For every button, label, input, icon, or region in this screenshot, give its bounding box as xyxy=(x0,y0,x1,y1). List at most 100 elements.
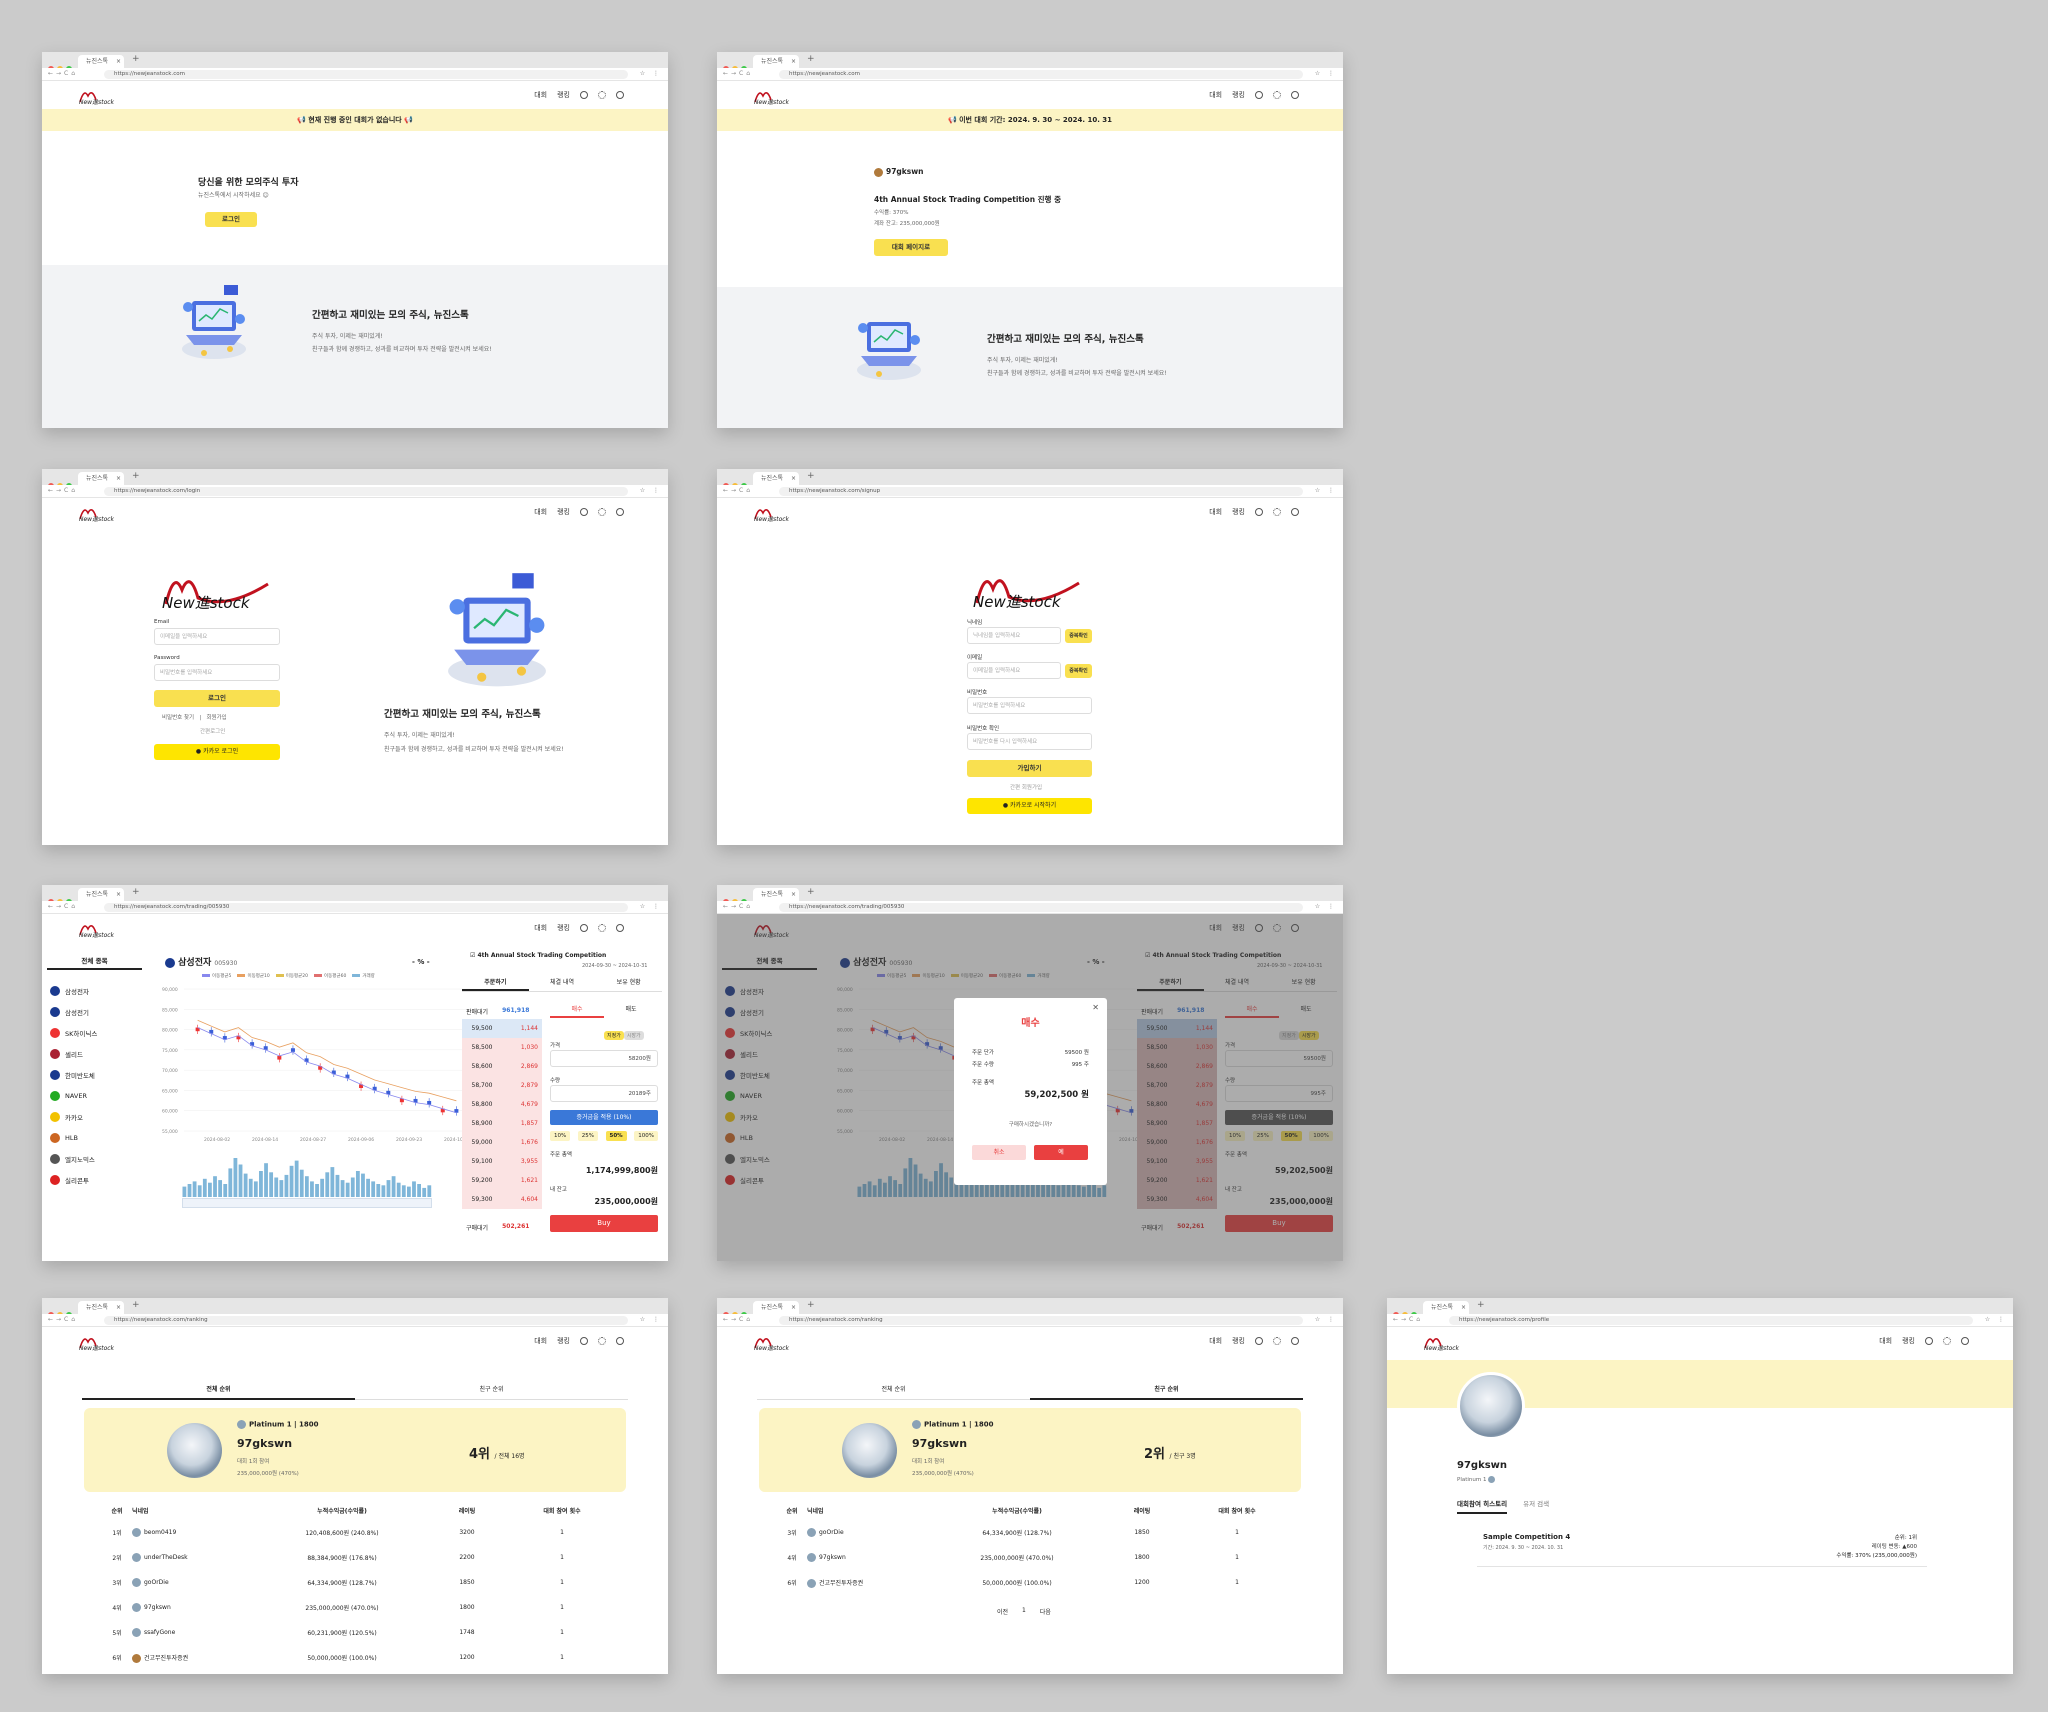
stock-item[interactable]: 한미반도체 xyxy=(42,1064,142,1085)
nav-competition[interactable]: 대회 xyxy=(1879,1336,1892,1346)
table-row[interactable]: 1위 beom0419 120,408,600원 (240.8%) 3200 1 xyxy=(102,1520,602,1545)
order-book-row[interactable]: 59,100 3,955 xyxy=(462,1152,542,1171)
tab-friend-ranking[interactable]: 친구 순위 xyxy=(355,1384,628,1400)
order-book-row[interactable]: 58,600 2,869 xyxy=(462,1057,542,1076)
browser-tab[interactable]: 뉴진스톡 × xyxy=(78,55,124,68)
unit-toggle[interactable]: - % - xyxy=(412,958,430,966)
nav-ranking[interactable]: 랭킹 xyxy=(557,1336,570,1346)
address-bar[interactable]: https://newjeanstock.com/signup xyxy=(779,487,1303,496)
stock-item[interactable]: 엘지노믹스 xyxy=(42,1148,142,1169)
tab-order[interactable]: 주문하기 xyxy=(462,974,529,991)
email-check-button[interactable]: 중복확인 xyxy=(1065,664,1092,678)
order-book-row[interactable]: 59,300 4,604 xyxy=(462,1190,542,1209)
stock-item[interactable]: 삼성전기 xyxy=(42,1001,142,1022)
profile-icon[interactable] xyxy=(616,924,624,932)
address-bar[interactable]: https://newjeanstock.com/trading/005930 xyxy=(779,903,1303,912)
address-bar[interactable]: https://newjeanstock.com xyxy=(104,70,628,79)
find-password-link[interactable]: 비밀번호 찾기 xyxy=(162,715,194,721)
nav-competition[interactable]: 대회 xyxy=(534,507,547,517)
nav-ranking[interactable]: 랭킹 xyxy=(557,90,570,100)
theme-icon[interactable] xyxy=(598,1337,606,1345)
login-button[interactable]: 로그인 xyxy=(205,212,257,227)
password-input[interactable]: 비밀번호를 입력하세요 xyxy=(154,664,280,681)
stock-item[interactable]: SK하이닉스 xyxy=(42,1022,142,1043)
profile-icon[interactable] xyxy=(1291,1337,1299,1345)
page-number[interactable]: 1 xyxy=(1022,1607,1026,1616)
new-tab-button[interactable]: + xyxy=(807,471,815,481)
order-book-row[interactable]: 58,700 2,879 xyxy=(462,1076,542,1095)
nav-competition[interactable]: 대회 xyxy=(534,1336,547,1346)
nav-ranking[interactable]: 랭킹 xyxy=(1232,507,1245,517)
stock-item[interactable]: HLB xyxy=(42,1127,142,1148)
logo[interactable]: New進stock xyxy=(751,86,801,106)
nav-ranking[interactable]: 랭킹 xyxy=(1232,1336,1245,1346)
profile-icon[interactable] xyxy=(1291,91,1299,99)
browser-tab[interactable]: 뉴진스톡 × xyxy=(78,888,124,901)
tab-friend-ranking[interactable]: 친구 순위 xyxy=(1030,1384,1303,1400)
tab-buy[interactable]: 매수 xyxy=(550,1004,604,1018)
theme-icon[interactable] xyxy=(1273,91,1281,99)
password-confirm-input[interactable]: 비밀번호를 다시 입력하세요 xyxy=(967,733,1092,750)
table-row[interactable]: 5위 ssafyGone 60,231,900원 (120.5%) 1748 1 xyxy=(102,1620,602,1645)
logo[interactable]: New進stock xyxy=(76,503,126,523)
order-book-row[interactable]: 59,200 1,621 xyxy=(462,1171,542,1190)
signup-link[interactable]: 회원가입 xyxy=(206,715,226,721)
browser-tab[interactable]: 뉴진스톡 × xyxy=(1423,1301,1469,1314)
logo[interactable]: New進stock xyxy=(751,1332,801,1352)
nav-competition[interactable]: 대회 xyxy=(1209,90,1222,100)
table-row[interactable]: 3위 goOrDie 64,334,900원 (128.7%) 1850 1 xyxy=(102,1570,602,1595)
new-tab-button[interactable]: + xyxy=(132,887,140,897)
stock-item[interactable]: NAVER xyxy=(42,1085,142,1106)
history-item[interactable]: Sample Competition 4 기간: 2024. 9. 30 ~ 2… xyxy=(1477,1533,1927,1567)
order-book-row[interactable]: 59,000 1,676 xyxy=(462,1133,542,1152)
percent-button[interactable]: 50% xyxy=(605,1131,627,1141)
logo[interactable]: New進stock xyxy=(751,503,801,523)
profile-icon[interactable] xyxy=(1961,1337,1969,1345)
order-book-row[interactable]: 58,500 1,030 xyxy=(462,1038,542,1057)
order-book-row[interactable]: 58,900 1,857 xyxy=(462,1114,542,1133)
kakao-start-button[interactable]: ● 카카오로 시작하기 xyxy=(967,798,1092,814)
email-input[interactable]: 이메일을 입력하세요 xyxy=(154,628,280,645)
email-input[interactable]: 이메일을 입력하세요 xyxy=(967,662,1061,679)
close-icon[interactable]: ✕ xyxy=(1092,1003,1099,1012)
browser-tab[interactable]: 뉴진스톡 × xyxy=(753,888,799,901)
new-tab-button[interactable]: + xyxy=(132,1300,140,1310)
table-row[interactable]: 6위 건고무진투자증권 50,000,000원 (100.0%) 1200 1 xyxy=(102,1645,602,1670)
new-tab-button[interactable]: + xyxy=(807,1300,815,1310)
tab-user-search[interactable]: 유저 검색 xyxy=(1523,1498,1549,1514)
all-stocks-tab[interactable]: 전체 종목 xyxy=(47,955,142,970)
profile-icon[interactable] xyxy=(1291,508,1299,516)
go-competition-button[interactable]: 대회 페이지로 xyxy=(874,239,948,256)
table-row[interactable]: 2위 underTheDesk 88,384,900원 (176.8%) 2200 1 xyxy=(102,1545,602,1570)
stock-item[interactable]: 카카오 xyxy=(42,1106,142,1127)
login-submit-button[interactable]: 로그인 xyxy=(154,690,280,707)
browser-tab[interactable]: 뉴진스톡 × xyxy=(78,472,124,485)
browser-tab[interactable]: 뉴진스톡 × xyxy=(753,55,799,68)
logo[interactable]: New進stock xyxy=(76,86,126,106)
theme-icon[interactable] xyxy=(598,91,606,99)
nickname-input[interactable]: 닉네임을 입력하세요 xyxy=(967,627,1061,644)
confirm-button[interactable]: 예 xyxy=(1034,1145,1088,1160)
nav-ranking[interactable]: 랭킹 xyxy=(1232,90,1245,100)
new-tab-button[interactable]: + xyxy=(1477,1300,1485,1310)
quantity-input[interactable]: 20189주 xyxy=(550,1085,658,1102)
tab-all-ranking[interactable]: 전체 순위 xyxy=(757,1384,1030,1400)
address-bar[interactable]: https://newjeanstock.com/ranking xyxy=(104,1316,628,1325)
prev-page[interactable]: 이전 xyxy=(997,1607,1008,1616)
address-bar[interactable]: https://newjeanstock.com/trading/005930 xyxy=(104,903,628,912)
theme-icon[interactable] xyxy=(598,924,606,932)
logo[interactable]: New進stock xyxy=(76,1332,126,1352)
nickname-check-button[interactable]: 중복확인 xyxy=(1065,629,1092,643)
signup-submit-button[interactable]: 가입하기 xyxy=(967,760,1092,777)
profile-icon[interactable] xyxy=(616,91,624,99)
nav-ranking[interactable]: 랭킹 xyxy=(557,923,570,933)
settings-icon[interactable] xyxy=(1255,1337,1263,1345)
price-input[interactable]: 58200원 xyxy=(550,1050,658,1067)
nav-competition[interactable]: 대회 xyxy=(1209,507,1222,517)
kakao-login-button[interactable]: ● 카카오 로그인 xyxy=(154,744,280,760)
address-bar[interactable]: https://newjeanstock.com/ranking xyxy=(779,1316,1303,1325)
profile-icon[interactable] xyxy=(616,1337,624,1345)
order-book-row[interactable]: 58,800 4,679 xyxy=(462,1095,542,1114)
tab-history[interactable]: 체결 내역 xyxy=(529,974,596,991)
stock-item[interactable]: 삼성전자 xyxy=(42,980,142,1001)
